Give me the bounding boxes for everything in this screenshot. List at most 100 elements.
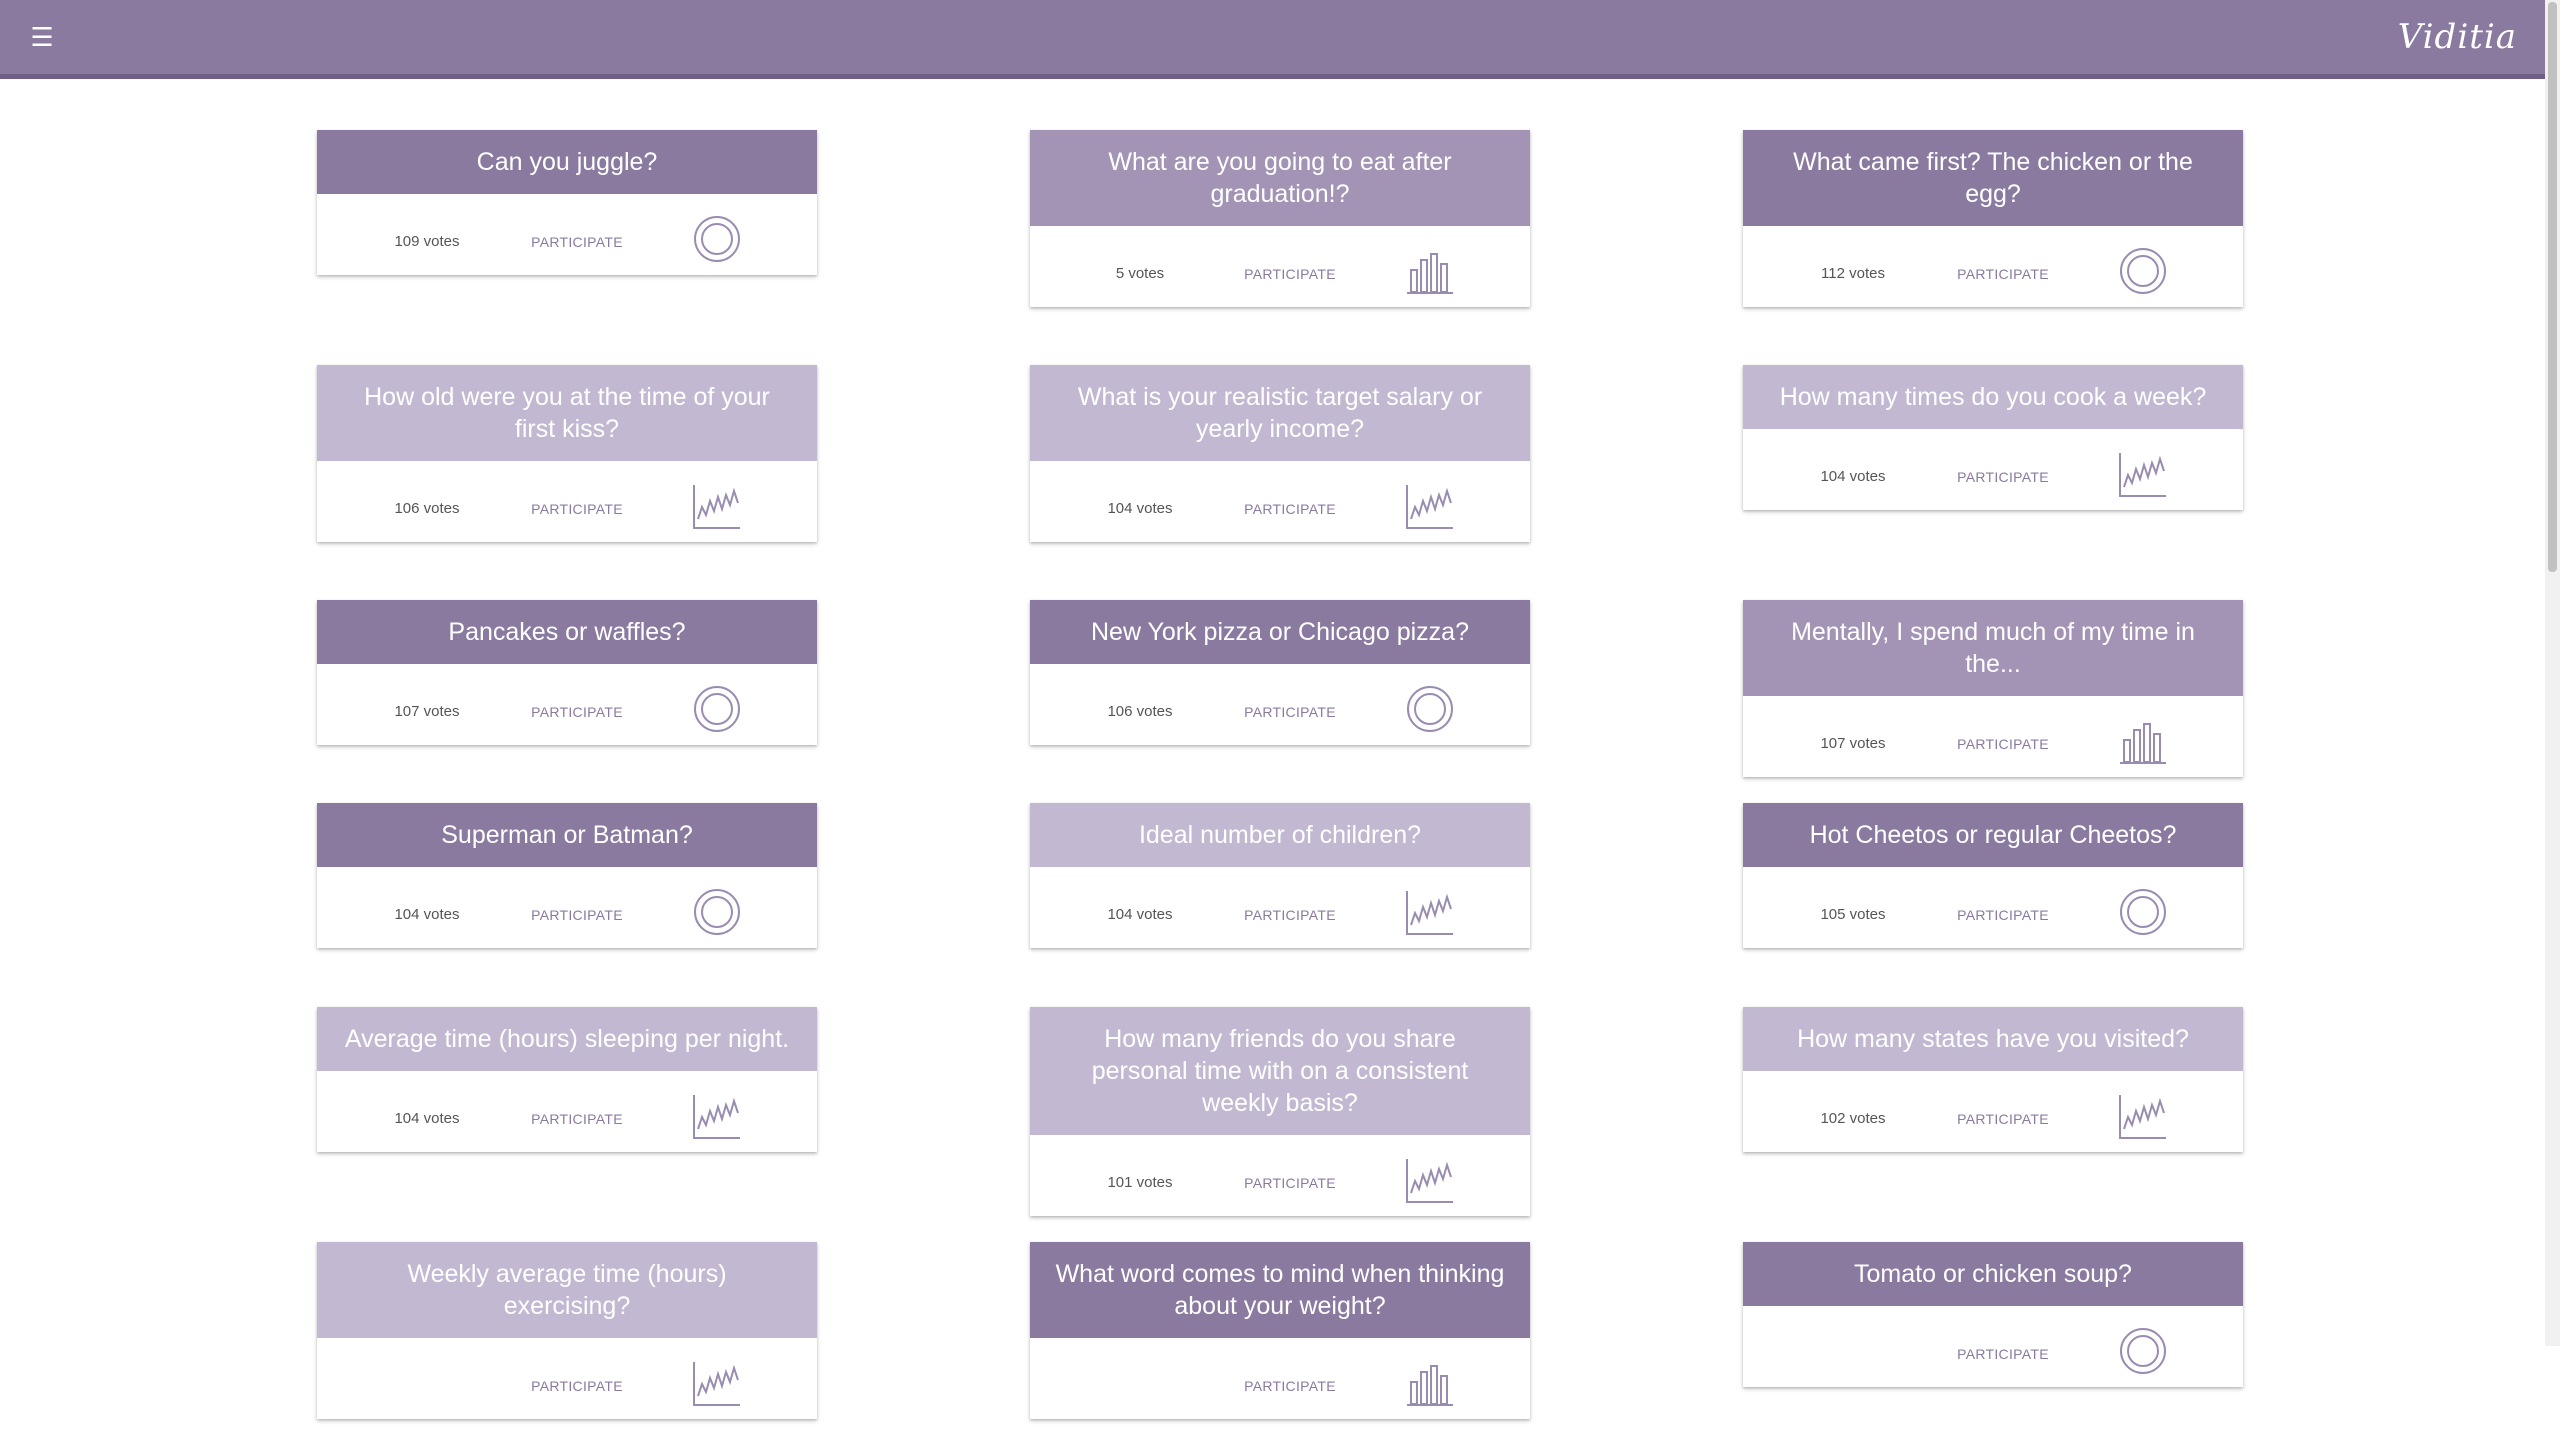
poll-card-footer: 107 votes PARTICIPATE <box>317 664 817 745</box>
line-chart-icon[interactable] <box>2118 449 2168 499</box>
poll-card[interactable]: Mentally, I spend much of my time in the… <box>1743 600 2243 777</box>
poll-question[interactable]: What are you going to eat after graduati… <box>1030 130 1530 226</box>
participate-button[interactable]: PARTICIPATE <box>527 867 627 964</box>
donut-chart-icon[interactable] <box>692 887 742 937</box>
poll-card-footer: PARTICIPATE <box>1743 1306 2243 1387</box>
poll-card-footer: 5 votes PARTICIPATE <box>1030 226 1530 307</box>
bar-chart-icon[interactable] <box>1405 1358 1455 1408</box>
poll-question[interactable]: How many states have you visited? <box>1743 1007 2243 1071</box>
poll-card-footer: 104 votes PARTICIPATE <box>1743 429 2243 510</box>
line-chart-icon[interactable] <box>692 481 742 531</box>
poll-question[interactable]: New York pizza or Chicago pizza? <box>1030 600 1530 664</box>
poll-card[interactable]: What are you going to eat after graduati… <box>1030 130 1530 307</box>
bar-chart-icon[interactable] <box>1405 246 1455 296</box>
poll-card-footer: 107 votes PARTICIPATE <box>1743 696 2243 777</box>
poll-card[interactable]: How old were you at the time of your fir… <box>317 365 817 542</box>
poll-card[interactable]: Weekly average time (hours) exercising? P… <box>317 1242 817 1419</box>
poll-card-footer: PARTICIPATE <box>1030 1338 1530 1419</box>
line-chart-icon[interactable] <box>2118 1091 2168 1141</box>
poll-question[interactable]: How many times do you cook a week? <box>1743 365 2243 429</box>
vote-count: 112 votes <box>1821 265 1885 282</box>
poll-question[interactable]: What is your realistic target salary or … <box>1030 365 1530 461</box>
participate-button[interactable]: PARTICIPATE <box>1240 461 1340 558</box>
donut-chart-icon[interactable] <box>692 684 742 734</box>
poll-card-footer: 106 votes PARTICIPATE <box>1030 664 1530 745</box>
poll-card-footer: 112 votes PARTICIPATE <box>1743 226 2243 307</box>
poll-question[interactable]: Can you juggle? <box>317 130 817 194</box>
poll-card[interactable]: Can you juggle? 109 votes PARTICIPATE <box>317 130 817 275</box>
poll-question[interactable]: How old were you at the time of your fir… <box>317 365 817 461</box>
poll-card-footer: 104 votes PARTICIPATE <box>1030 867 1530 948</box>
poll-card[interactable]: Hot Cheetos or regular Cheetos? 105 votes… <box>1743 803 2243 948</box>
line-chart-icon[interactable] <box>1405 481 1455 531</box>
participate-button[interactable]: PARTICIPATE <box>1953 226 2053 323</box>
line-chart-icon[interactable] <box>1405 1155 1455 1205</box>
poll-card-footer: 106 votes PARTICIPATE <box>317 461 817 542</box>
poll-card[interactable]: New York pizza or Chicago pizza? 106 vote… <box>1030 600 1530 745</box>
poll-card[interactable]: What is your realistic target salary or … <box>1030 365 1530 542</box>
participate-button[interactable]: PARTICIPATE <box>1953 696 2053 793</box>
donut-chart-icon[interactable] <box>2118 887 2168 937</box>
participate-button[interactable]: PARTICIPATE <box>1953 867 2053 964</box>
participate-button[interactable]: PARTICIPATE <box>1240 867 1340 964</box>
poll-question[interactable]: Weekly average time (hours) exercising? <box>317 1242 817 1338</box>
participate-button[interactable]: PARTICIPATE <box>1953 1306 2053 1403</box>
poll-question[interactable]: Superman or Batman? <box>317 803 817 867</box>
participate-button[interactable]: PARTICIPATE <box>1240 226 1340 323</box>
participate-button[interactable]: PARTICIPATE <box>527 461 627 558</box>
donut-chart-icon[interactable] <box>2118 246 2168 296</box>
vote-count: 107 votes <box>394 703 460 720</box>
poll-question[interactable]: How many friends do you share personal t… <box>1030 1007 1530 1135</box>
donut-chart-icon[interactable] <box>1405 684 1455 734</box>
poll-card-footer: PARTICIPATE <box>317 1338 817 1419</box>
poll-card[interactable]: How many states have you visited? 102 vot… <box>1743 1007 2243 1152</box>
vote-count: 109 votes <box>394 233 460 250</box>
vote-count: 104 votes <box>394 1110 460 1127</box>
bar-chart-icon[interactable] <box>2118 716 2168 766</box>
poll-question[interactable]: What word comes to mind when thinking ab… <box>1030 1242 1530 1338</box>
poll-card[interactable]: How many friends do you share personal t… <box>1030 1007 1530 1216</box>
poll-card[interactable]: Pancakes or waffles? 107 votes PARTICIPATE <box>317 600 817 745</box>
scrollbar-thumb[interactable] <box>2548 2 2557 572</box>
participate-button[interactable]: PARTICIPATE <box>527 194 627 291</box>
poll-card-footer: 104 votes PARTICIPATE <box>317 867 817 948</box>
participate-button[interactable]: PARTICIPATE <box>1953 429 2053 526</box>
participate-button[interactable]: PARTICIPATE <box>1240 664 1340 761</box>
poll-card-footer: 101 votes PARTICIPATE <box>1030 1135 1530 1216</box>
poll-question[interactable]: Ideal number of children? <box>1030 803 1530 867</box>
participate-button[interactable]: PARTICIPATE <box>1953 1071 2053 1168</box>
poll-grid: Can you juggle? 109 votes PARTICIPATE What … <box>0 0 2545 1419</box>
poll-card-footer: 109 votes PARTICIPATE <box>317 194 817 275</box>
donut-chart-icon[interactable] <box>692 214 742 264</box>
poll-question[interactable]: Mentally, I spend much of my time in the… <box>1743 600 2243 696</box>
donut-chart-icon[interactable] <box>2118 1326 2168 1376</box>
poll-card[interactable]: What word comes to mind when thinking ab… <box>1030 1242 1530 1419</box>
poll-question[interactable]: What came first? The chicken or the egg? <box>1743 130 2243 226</box>
poll-card[interactable]: How many times do you cook a week? 104 vo… <box>1743 365 2243 510</box>
vote-count: 106 votes <box>1107 703 1173 720</box>
poll-card[interactable]: Tomato or chicken soup? PARTICIPATE <box>1743 1242 2243 1387</box>
poll-question[interactable]: Tomato or chicken soup? <box>1743 1242 2243 1306</box>
poll-card[interactable]: Superman or Batman? 104 votes PARTICIPATE <box>317 803 817 948</box>
poll-question[interactable]: Hot Cheetos or regular Cheetos? <box>1743 803 2243 867</box>
poll-question[interactable]: Pancakes or waffles? <box>317 600 817 664</box>
line-chart-icon[interactable] <box>692 1091 742 1141</box>
line-chart-icon[interactable] <box>1405 887 1455 937</box>
line-chart-icon[interactable] <box>692 1358 742 1408</box>
participate-button[interactable]: PARTICIPATE <box>1240 1338 1340 1435</box>
poll-question[interactable]: Average time (hours) sleeping per night. <box>317 1007 817 1071</box>
vote-count: 106 votes <box>394 500 460 517</box>
poll-card-footer: 104 votes PARTICIPATE <box>317 1071 817 1152</box>
participate-button[interactable]: PARTICIPATE <box>527 1071 627 1168</box>
participate-button[interactable]: PARTICIPATE <box>1240 1135 1340 1232</box>
poll-card[interactable]: Ideal number of children? 104 votes PARTIC… <box>1030 803 1530 948</box>
poll-card[interactable]: What came first? The chicken or the egg?… <box>1743 130 2243 307</box>
poll-card-footer: 102 votes PARTICIPATE <box>1743 1071 2243 1152</box>
page-scrollbar[interactable] <box>2545 0 2560 1346</box>
vote-count: 104 votes <box>1820 468 1886 485</box>
vote-count: 5 votes <box>1115 265 1165 282</box>
vote-count: 107 votes <box>1820 735 1886 752</box>
participate-button[interactable]: PARTICIPATE <box>527 1338 627 1435</box>
participate-button[interactable]: PARTICIPATE <box>527 664 627 761</box>
poll-card[interactable]: Average time (hours) sleeping per night.… <box>317 1007 817 1152</box>
